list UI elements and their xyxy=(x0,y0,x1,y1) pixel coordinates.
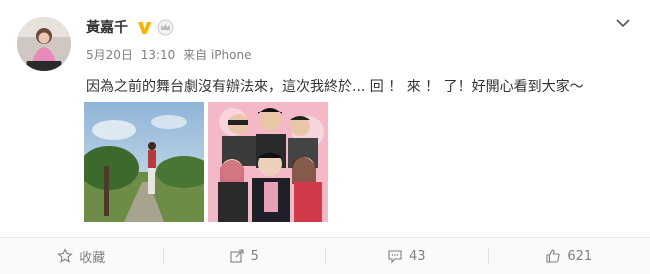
post-source[interactable]: 来自 iPhone xyxy=(183,48,251,62)
user-avatar[interactable] xyxy=(17,17,71,71)
share-icon xyxy=(230,249,244,263)
thumbs-up-icon xyxy=(546,249,560,263)
favorite-label: 收藏 xyxy=(79,250,106,266)
post-text: 因為之前的舞台劇沒有辦法來，這次我終於... 回 ！ 來 ！ 了！好開心看到大家… xyxy=(86,79,584,95)
photo-outdoor-tree[interactable] xyxy=(84,102,204,222)
like-button[interactable]: 621 xyxy=(487,238,650,274)
favorite-button[interactable]: 收藏 xyxy=(0,238,163,274)
repost-button[interactable]: 5 xyxy=(162,238,326,274)
action-bar: 收藏 5 43 621 xyxy=(0,237,650,274)
repost-count: 5 xyxy=(250,248,259,264)
photo-stage-poster[interactable] xyxy=(208,102,328,222)
chevron-down-icon[interactable] xyxy=(614,14,632,32)
weibo-post-card: 黃嘉千 5月20日 13:10 来自 iPhone 因為之前的舞台劇沒有辦法來，… xyxy=(0,0,650,274)
post-date[interactable]: 5月20日 xyxy=(86,48,133,62)
post-time[interactable]: 13:10 xyxy=(141,48,176,62)
comment-icon xyxy=(388,250,402,264)
post-meta: 5月20日 13:10 来自 iPhone xyxy=(86,47,255,63)
comment-button[interactable]: 43 xyxy=(325,238,488,274)
star-icon xyxy=(57,248,73,263)
comment-count: 43 xyxy=(408,248,426,264)
crown-badge-icon[interactable] xyxy=(157,19,174,36)
like-count: 621 xyxy=(567,248,593,264)
username[interactable]: 黃嘉千 xyxy=(86,18,128,38)
verified-v-icon[interactable] xyxy=(136,19,153,36)
